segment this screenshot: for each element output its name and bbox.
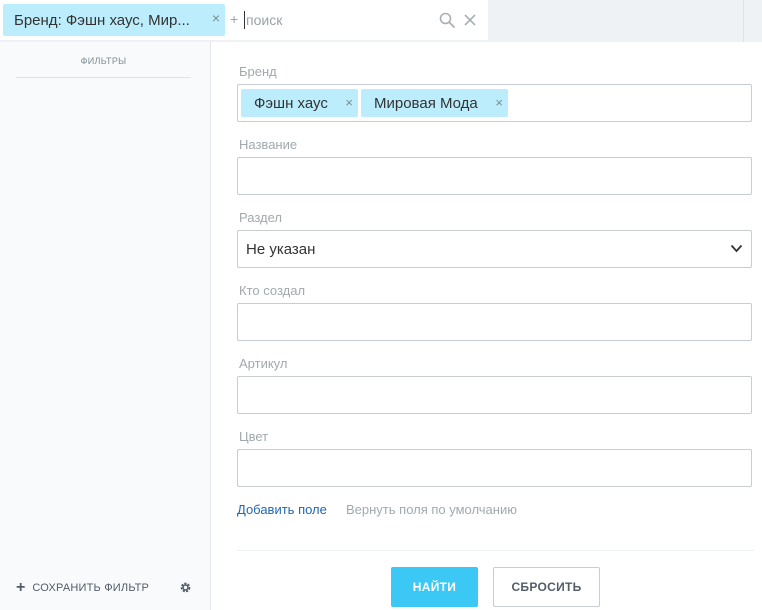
add-field-link[interactable]: Добавить поле xyxy=(237,502,327,517)
name-field[interactable] xyxy=(237,157,752,195)
section-select[interactable]: Не указан xyxy=(237,230,752,268)
tag-brand[interactable]: Мировая Мода × xyxy=(361,89,508,117)
field-label-article: Артикул xyxy=(239,356,288,371)
search-box[interactable]: Бренд: Фэшн хаус, Мир... × + xyxy=(0,0,488,40)
filter-chip-brand[interactable]: Бренд: Фэшн хаус, Мир... × xyxy=(3,4,225,36)
search-icon[interactable] xyxy=(438,11,456,29)
article-field[interactable] xyxy=(237,376,752,414)
tag-label: Мировая Мода xyxy=(374,94,478,112)
filters-sidebar: ФИЛЬТРЫ + СОХРАНИТЬ ФИЛЬТР xyxy=(0,42,211,610)
created-by-field[interactable] xyxy=(237,303,752,341)
section-select-value: Не указан xyxy=(246,241,316,258)
tag-label: Фэшн хаус xyxy=(254,94,328,112)
gear-icon[interactable] xyxy=(179,581,192,594)
reset-button[interactable]: СБРОСИТЬ xyxy=(493,567,600,607)
close-icon[interactable] xyxy=(462,12,478,28)
chevron-down-icon xyxy=(730,244,743,253)
sidebar-divider xyxy=(16,77,191,78)
restore-default-fields-link[interactable]: Вернуть поля по умолчанию xyxy=(346,502,517,517)
field-label-name: Название xyxy=(239,137,298,152)
field-label-section: Раздел xyxy=(239,210,282,225)
field-label-brand: Бренд xyxy=(239,64,277,79)
tag-brand[interactable]: Фэшн хаус × xyxy=(241,89,358,117)
tag-close-icon[interactable]: × xyxy=(495,95,503,110)
filter-search-bar: Бренд: Фэшн хаус, Мир... × + xyxy=(0,0,762,42)
filter-chip-close-icon[interactable]: × xyxy=(212,10,220,26)
sidebar-title: ФИЛЬТРЫ xyxy=(80,56,127,66)
field-label-created-by: Кто создал xyxy=(239,283,306,298)
tag-close-icon[interactable]: × xyxy=(345,95,353,110)
plus-icon: + xyxy=(16,579,26,596)
color-field[interactable] xyxy=(237,449,752,487)
find-button[interactable]: НАЙТИ xyxy=(391,567,478,607)
save-filter-label: СОХРАНИТЬ ФИЛЬТР xyxy=(32,582,150,594)
search-input[interactable] xyxy=(246,9,426,31)
divider xyxy=(743,0,744,42)
brand-tags-field[interactable]: Фэшн хаус × Мировая Мода × xyxy=(237,84,752,122)
filter-chip-label: Бренд: Фэшн хаус, Мир... xyxy=(14,11,190,29)
add-filter-hint: + xyxy=(230,11,239,27)
save-filter-button[interactable]: + СОХРАНИТЬ ФИЛЬТР xyxy=(16,580,149,596)
text-cursor xyxy=(244,11,245,29)
field-label-color: Цвет xyxy=(239,429,269,444)
form-divider xyxy=(237,550,754,551)
